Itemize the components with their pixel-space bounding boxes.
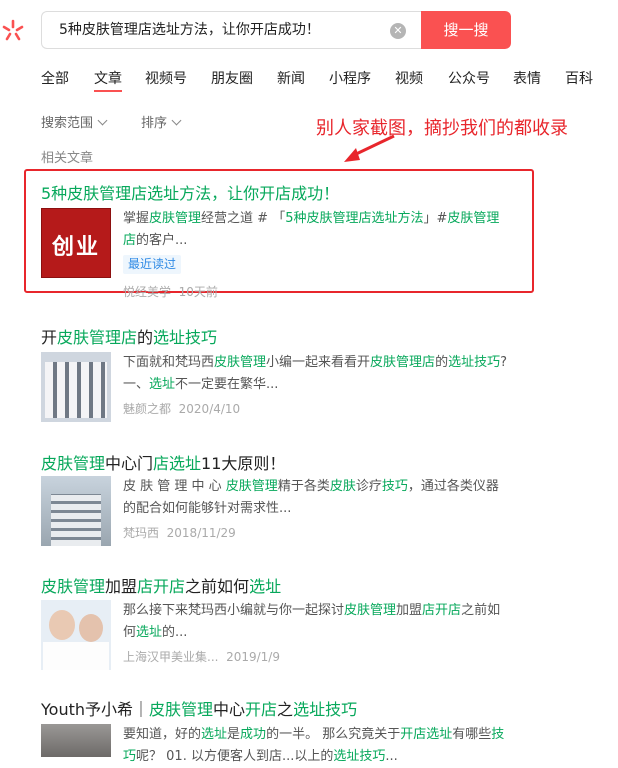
result-snippet: 那么接下来梵玛西小编就与你一起探讨皮肤管理加盟店开店之前如何选址的...	[123, 603, 501, 640]
result-source: 梵玛西	[123, 526, 160, 540]
result-source: 上海汉甲美业集...	[123, 650, 219, 664]
tab-moments[interactable]: 朋友圈	[211, 68, 253, 88]
result-title[interactable]: 开皮肤管理店的选址技巧	[41, 324, 217, 348]
result-snippet: 掌握皮肤管理经营之道 # 「5种皮肤管理店选址方法」#皮肤管理店的客户...	[123, 211, 500, 248]
active-tab-indicator	[94, 90, 122, 92]
app-logo-icon	[2, 19, 24, 41]
recently-read-badge: 最近读过	[123, 255, 182, 274]
result-title[interactable]: Youth予小希｜皮肤管理中心开店之选址技巧	[41, 696, 357, 720]
result-meta: 魅颜之都 2020/4/10	[123, 400, 240, 417]
tab-stickers[interactable]: 表情	[513, 68, 541, 88]
search-button[interactable]: 搜一搜	[421, 11, 511, 49]
result-snippet: 要知道，好的选址是成功的一半。 那么究竟关于开店选址有哪些技巧呢？ 01. 以方…	[123, 727, 505, 764]
result-snippet: 皮 肤 管 理 中 心 皮肤管理精于各类皮肤诊疗技巧，通过各类仪器的配合如何能够…	[123, 479, 499, 516]
result-date: 2020/4/10	[178, 402, 241, 416]
result-meta: 梵玛西 2018/11/29	[123, 524, 236, 541]
clear-search-icon[interactable]: ✕	[390, 23, 406, 39]
result-title[interactable]: 皮肤管理中心门店选址11大原则！	[41, 450, 285, 474]
result-source: 悦经美学	[123, 285, 172, 299]
tab-channels[interactable]: 视频号	[145, 68, 187, 88]
result-date: 2019/1/9	[226, 650, 280, 664]
scope-filter-label: 搜索范围	[41, 116, 94, 131]
sort-filter[interactable]: 排序	[141, 112, 182, 131]
result-meta: 悦经美学 10天前	[123, 283, 218, 300]
chevron-down-icon	[97, 115, 108, 126]
result-thumbnail[interactable]	[41, 724, 111, 757]
result-source: 魅颜之都	[123, 402, 172, 416]
result-thumbnail[interactable]	[41, 352, 111, 422]
tab-articles[interactable]: 文章	[94, 68, 122, 88]
result-thumbnail[interactable]	[41, 476, 111, 546]
tab-videos[interactable]: 视频	[395, 68, 423, 88]
result-title[interactable]: 皮肤管理加盟店开店之前如何选址	[41, 573, 281, 597]
search-query-text: 5种皮肤管理店选址方法，让你开店成功！	[59, 22, 320, 38]
result-title[interactable]: 5种皮肤管理店选址方法，让你开店成功！	[41, 180, 339, 204]
tab-all[interactable]: 全部	[41, 68, 69, 88]
result-thumbnail[interactable]: 创业	[41, 208, 111, 278]
annotation-arrow-icon	[344, 134, 395, 162]
result-meta: 上海汉甲美业集... 2019/1/9	[123, 648, 280, 665]
tab-mini-programs[interactable]: 小程序	[329, 68, 371, 88]
result-thumbnail[interactable]	[41, 600, 111, 670]
chevron-down-icon	[171, 115, 182, 126]
sort-filter-label: 排序	[141, 116, 168, 131]
section-label: 相关文章	[41, 151, 94, 166]
result-snippet: 下面就和梵玛西皮肤管理小编一起来看看开皮肤管理店的选址技巧? 一、选址不一定要在…	[123, 355, 507, 392]
thumbnail-text: 创业	[51, 235, 100, 260]
result-date: 10天前	[178, 285, 218, 299]
result-date: 2018/11/29	[166, 526, 236, 540]
scope-filter[interactable]: 搜索范围	[41, 112, 108, 131]
tab-news[interactable]: 新闻	[277, 68, 305, 88]
tab-encyclopedia[interactable]: 百科	[565, 68, 593, 88]
tab-official-accounts[interactable]: 公众号	[448, 68, 490, 88]
